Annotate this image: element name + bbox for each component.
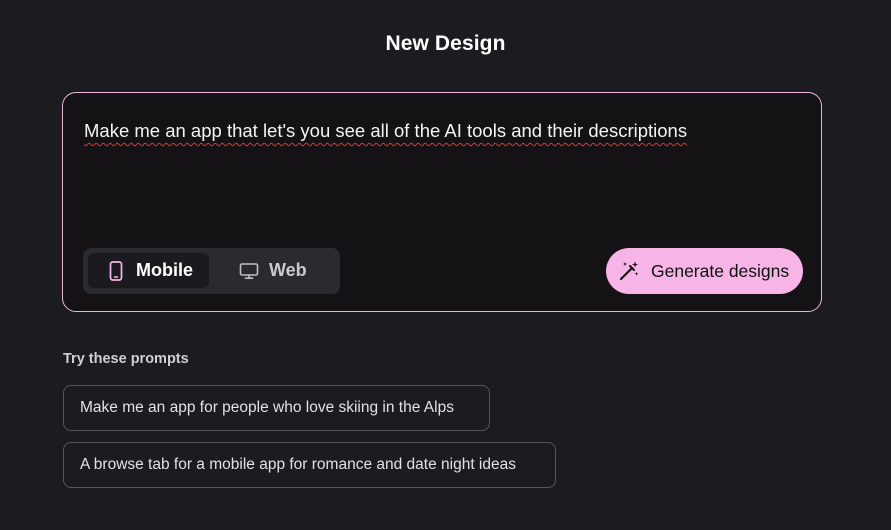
mode-option-label: Web xyxy=(269,260,307,280)
prompt-composer: Make me an app that let's you see all of… xyxy=(62,92,822,312)
smartphone-icon xyxy=(106,260,126,281)
mode-option-mobile[interactable]: Mobile xyxy=(88,253,209,288)
page-title: New Design xyxy=(385,32,506,55)
generate-designs-label: Generate designs xyxy=(651,260,790,281)
prompt-suggestion-chip[interactable]: A browse tab for a mobile app for romanc… xyxy=(63,442,556,488)
platform-mode-toggle: Mobile Web xyxy=(83,248,340,294)
prompt-suggestions-heading: Try these prompts xyxy=(63,351,189,367)
mode-option-web[interactable]: Web xyxy=(235,253,325,288)
monitor-icon xyxy=(239,261,259,281)
magic-wand-icon xyxy=(618,260,640,282)
prompt-input[interactable]: Make me an app that let's you see all of… xyxy=(84,119,799,143)
mode-option-label: Mobile xyxy=(136,260,193,280)
generate-designs-button[interactable]: Generate designs xyxy=(606,248,803,294)
new-design-page: New Design Make me an app that let's you… xyxy=(0,0,891,530)
prompt-suggestion-chip[interactable]: Make me an app for people who love skiin… xyxy=(63,385,490,431)
